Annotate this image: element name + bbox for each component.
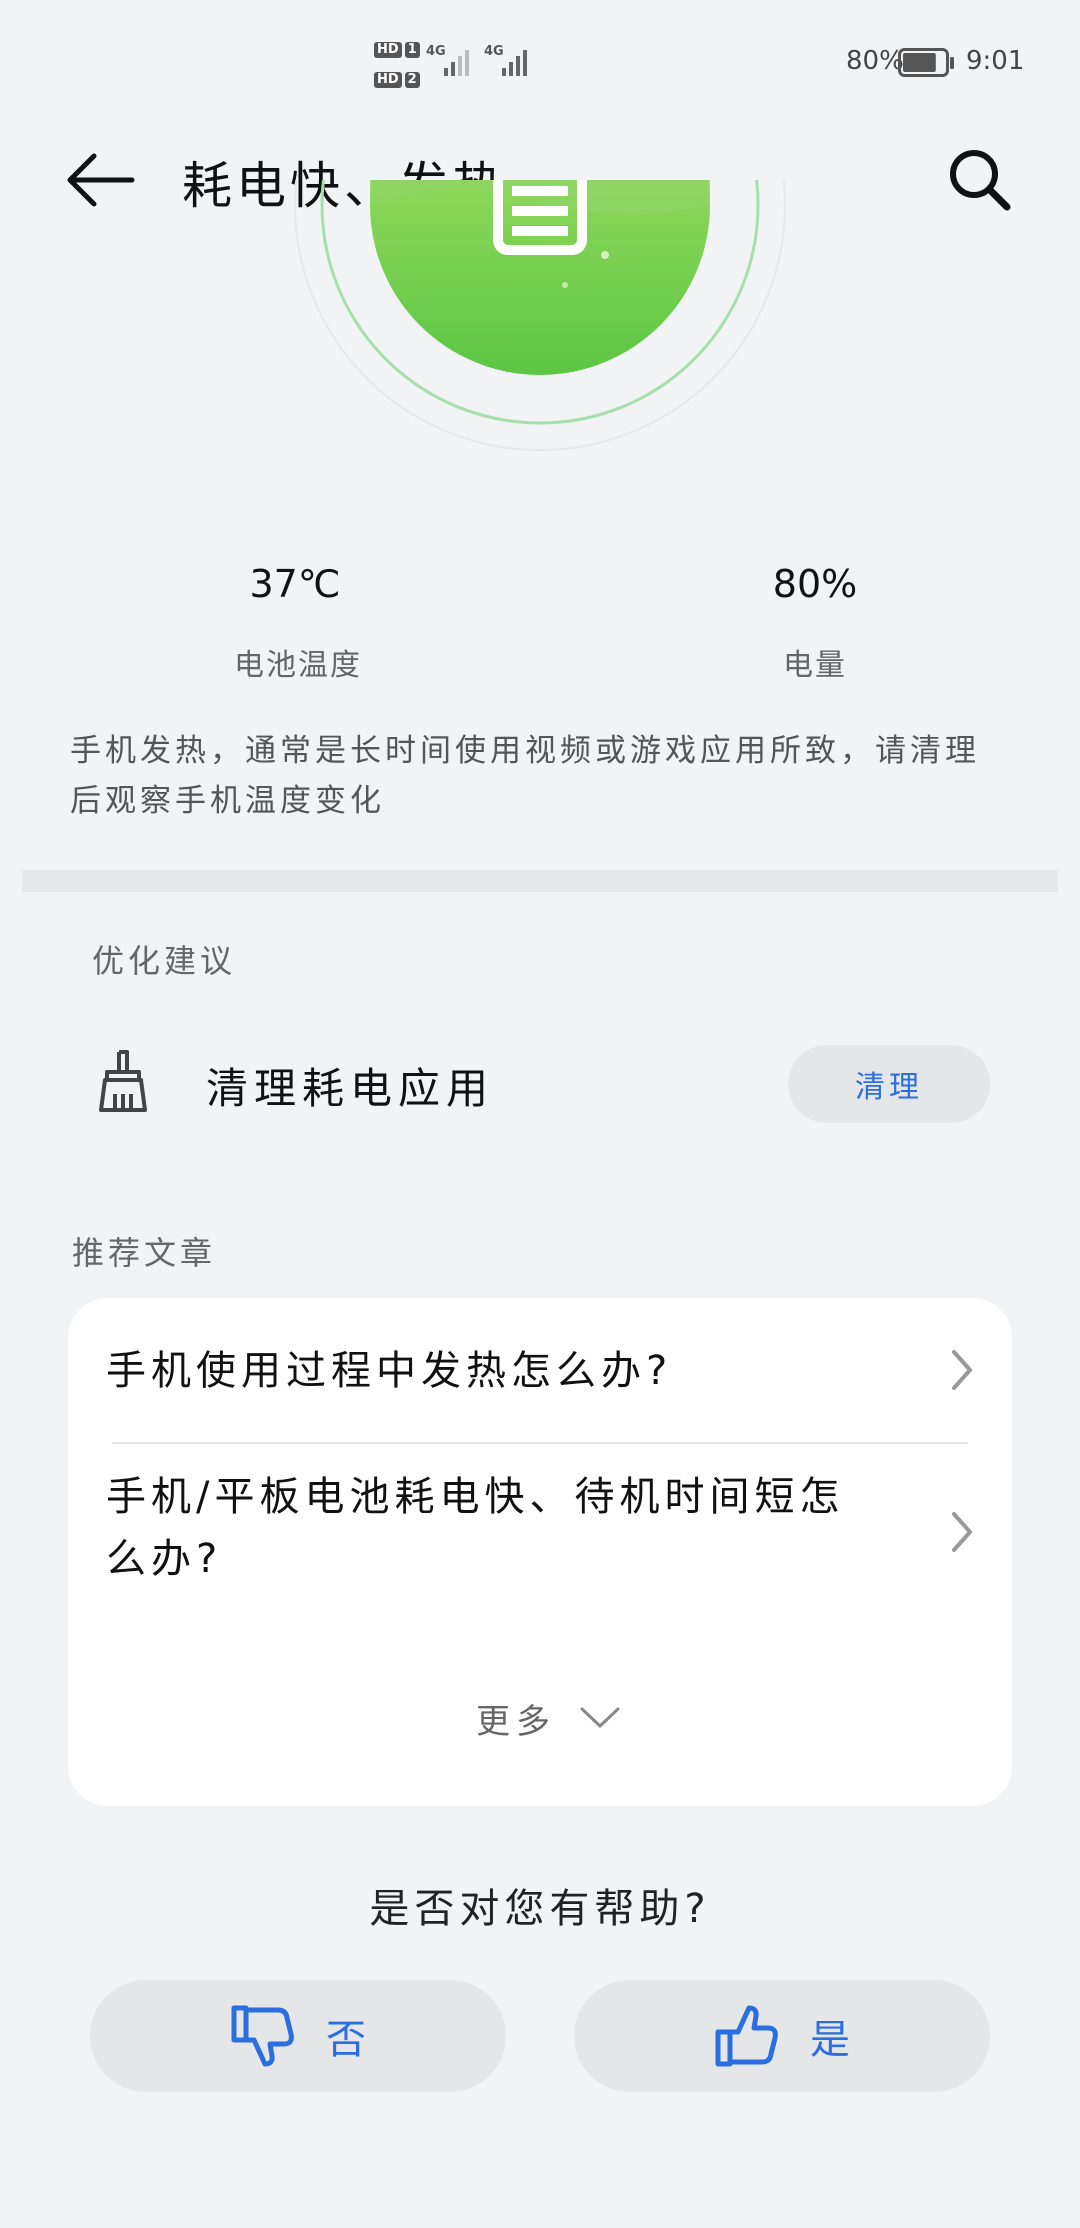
clock: 9:01 (966, 46, 1025, 76)
not-helpful-button[interactable]: 否 (90, 1980, 506, 2092)
thumbs-up-icon (715, 2005, 778, 2067)
network-type-1: 4G (426, 44, 446, 59)
not-helpful-label: 否 (326, 2017, 366, 2063)
clean-button[interactable]: 清理 (788, 1045, 990, 1123)
battery-charge-label: 电量 (783, 648, 847, 683)
sim2-hd-indicator: HD 2 (374, 68, 423, 88)
sim1-hd-indicator: HD 1 (374, 38, 423, 58)
helpful-question: 是否对您有帮助? (369, 1886, 711, 1932)
articles-section-title: 推荐文章 (72, 1234, 217, 1272)
battery-percent-text: 80% (846, 46, 904, 76)
more-articles-button[interactable]: 更多 (408, 1678, 688, 1758)
battery-icon (898, 48, 954, 77)
signal-strength-icon (444, 46, 469, 76)
clean-power-apps-label: 清理耗电应用 (206, 1064, 495, 1113)
optimization-section-title: 优化建议 (92, 942, 237, 980)
signal-strength-icon-2 (502, 46, 527, 76)
helpful-label: 是 (810, 2017, 850, 2063)
chevron-right-icon (952, 1350, 972, 1390)
status-bar: HD 1 HD 2 4G 4G 80% 9:01 (0, 0, 1080, 120)
network-type-2: 4G (484, 44, 504, 59)
battery-temperature-label: 电池温度 (234, 648, 362, 683)
broom-icon (99, 1050, 147, 1112)
article-item-1[interactable]: 手机使用过程中发热怎么办? (68, 1298, 1012, 1442)
back-arrow-icon[interactable] (60, 150, 140, 210)
helpful-button[interactable]: 是 (574, 1980, 990, 2092)
battery-gauge (294, 180, 786, 451)
article-title-2: 手机/平板电池耗电快、待机时间短怎么办? (106, 1474, 845, 1582)
chevron-right-icon-2 (952, 1512, 972, 1552)
article-item-2[interactable]: 手机/平板电池耗电快、待机时间短怎么办? (68, 1444, 1012, 1614)
battery-temperature-value: 37℃ (249, 562, 341, 606)
thumbs-down-icon (231, 2005, 294, 2067)
more-label: 更多 (476, 1701, 556, 1742)
battery-charge-value: 80% (772, 562, 858, 606)
articles-card: 手机使用过程中发热怎么办? 手机/平板电池耗电快、待机时间短怎么办? 更多 (68, 1298, 1012, 1806)
search-icon[interactable] (945, 145, 1015, 215)
heat-description: 手机发热，通常是长时间使用视频或游戏应用所致，请清理后观察手机温度变化 (70, 733, 980, 819)
article-title-1: 手机使用过程中发热怎么办? (106, 1348, 673, 1394)
section-divider (22, 870, 1058, 892)
chevron-down-icon (580, 1707, 620, 1728)
